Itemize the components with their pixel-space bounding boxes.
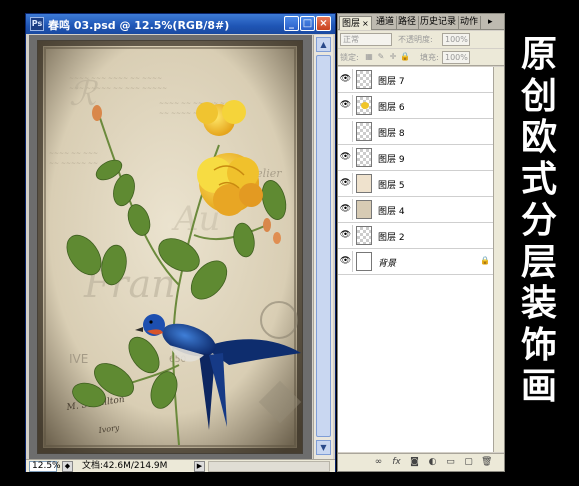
- layer-thumbnail: [356, 96, 372, 115]
- layer-row[interactable]: 👁 图层 5: [338, 171, 493, 197]
- blend-options-row: 正常 不透明度: 100%: [338, 31, 504, 48]
- close-button[interactable]: ×: [316, 16, 331, 31]
- eye-icon[interactable]: 👁: [339, 225, 353, 246]
- minimize-button[interactable]: _: [284, 16, 299, 31]
- vertical-scrollbar[interactable]: ▲ ▼: [313, 35, 333, 459]
- lock-label: 锁定:: [340, 53, 359, 62]
- artwork-canvas: ~~~~ ~~~ ~~~~ ~~ ~~~~ ~~~ ~~~~~ ~~ ~~~ ~…: [29, 35, 312, 459]
- tab-history[interactable]: 历史记录: [418, 16, 460, 30]
- scroll-thumb[interactable]: [316, 55, 331, 437]
- layer-thumbnail: [356, 252, 372, 271]
- eye-icon[interactable]: [339, 121, 353, 142]
- eye-icon[interactable]: 👁: [339, 147, 353, 168]
- layers-list: 👁 图层 7 👁 图层 6 图层 8 👁 图层 9 👁 图层 5 �: [338, 67, 493, 452]
- fill-field[interactable]: 100%: [442, 51, 470, 64]
- adjustment-icon[interactable]: ◐: [427, 457, 438, 468]
- tab-paths[interactable]: 路径: [396, 16, 420, 30]
- layer-name: 背景: [378, 259, 397, 269]
- layer-thumbnail: [356, 200, 372, 219]
- document-titlebar[interactable]: Ps 春鸣 03.psd @ 12.5%(RGB/8#) _ □ ×: [26, 14, 335, 34]
- status-arrow-icon[interactable]: ▶: [194, 461, 205, 472]
- layer-row[interactable]: 👁 图层 9: [338, 145, 493, 171]
- caption-char: 原: [520, 34, 557, 75]
- caption-char: 饰: [520, 324, 557, 366]
- photoshop-doc-icon: Ps: [30, 17, 44, 31]
- document-window: Ps 春鸣 03.psd @ 12.5%(RGB/8#) _ □ × ~~~~ …: [25, 13, 336, 472]
- layer-name: 图层 4: [378, 207, 405, 217]
- horizontal-scrollbar[interactable]: [208, 461, 330, 472]
- document-status-bar: 12.5% ◆ 文档:42.6M/214.9M ▶: [26, 459, 335, 472]
- link-icon[interactable]: ∞: [373, 457, 384, 468]
- layer-row[interactable]: 👁 图层 7: [338, 67, 493, 93]
- eye-icon[interactable]: 👁: [339, 95, 353, 116]
- svg-text:~~~~ ~~ ~~~: ~~~~ ~~ ~~~: [49, 150, 98, 157]
- caption-char: 装: [520, 283, 557, 324]
- opacity-field[interactable]: 100%: [442, 33, 470, 46]
- layer-name: 图层 9: [378, 155, 405, 165]
- layers-scrollbar[interactable]: [493, 67, 504, 452]
- caption-char: 层: [520, 241, 557, 283]
- scroll-down-icon[interactable]: ▼: [316, 440, 331, 455]
- caption-char: 欧: [520, 117, 557, 158]
- tab-close-icon[interactable]: ×: [362, 19, 369, 28]
- caption-char: 创: [520, 75, 557, 117]
- layer-thumbnail: [356, 122, 372, 141]
- panel-tabs: 图层 × 通道 路径 历史记录 动作 ▸: [338, 14, 504, 30]
- eye-icon[interactable]: 👁: [339, 173, 353, 194]
- lock-all-icon[interactable]: 🔒: [400, 52, 410, 62]
- group-icon[interactable]: ▭: [445, 457, 456, 468]
- layer-row[interactable]: 👁 图层 2: [338, 223, 493, 249]
- vertical-caption: 原 创 欧 式 分 层 装 饰 画: [514, 34, 564, 408]
- layer-row[interactable]: 👁 图层 6: [338, 93, 493, 119]
- lock-position-icon[interactable]: ✛: [388, 52, 398, 62]
- caption-char: 分: [520, 200, 557, 241]
- layer-row[interactable]: 图层 8: [338, 119, 493, 145]
- layer-name: 图层 7: [378, 77, 405, 87]
- eye-icon[interactable]: 👁: [339, 199, 353, 220]
- lock-options-row: 锁定: ▦ ✎ ✛ 🔒 填充: 100%: [338, 49, 504, 66]
- layer-thumbnail: [356, 174, 372, 193]
- lock-pixels-icon[interactable]: ✎: [376, 52, 386, 62]
- zoom-field[interactable]: 12.5%: [29, 461, 61, 472]
- lock-icon: 🔒: [480, 256, 490, 265]
- layer-thumbnail: [356, 226, 372, 245]
- svg-text:~~ ~~~~~ ~~: ~~ ~~~~~ ~~: [49, 160, 98, 167]
- opacity-label: 不透明度:: [398, 35, 433, 44]
- status-menu-icon[interactable]: ◆: [62, 461, 73, 472]
- panel-menu-icon[interactable]: ▸: [486, 16, 495, 30]
- caption-char: 画: [520, 366, 557, 407]
- layer-name: 图层 5: [378, 181, 405, 191]
- stamp-text: IVE: [69, 352, 88, 366]
- layer-name: 图层 6: [378, 103, 405, 113]
- lock-transparent-icon[interactable]: ▦: [364, 52, 374, 62]
- fill-label: 填充:: [420, 53, 439, 62]
- tab-actions[interactable]: 动作: [458, 16, 482, 30]
- layer-name: 图层 2: [378, 233, 405, 243]
- fx-icon[interactable]: fx: [391, 457, 402, 468]
- trash-icon[interactable]: 🗑: [481, 457, 492, 468]
- layers-bottom-toolbar: ∞ fx ◙ ◐ ▭ ▢ 🗑: [338, 453, 504, 471]
- eye-icon[interactable]: 👁: [339, 69, 353, 90]
- new-layer-icon[interactable]: ▢: [463, 457, 474, 468]
- layer-row[interactable]: 👁 背景 🔒: [338, 249, 493, 275]
- doc-size-info: 文档:42.6M/214.9M: [82, 461, 168, 471]
- tab-layers[interactable]: 图层 ×: [339, 16, 372, 30]
- layers-panel: 图层 × 通道 路径 历史记录 动作 ▸ 正常 不透明度: 100% 锁定: ▦ …: [337, 13, 505, 472]
- layer-name: 图层 8: [378, 129, 405, 139]
- mask-icon[interactable]: ◙: [409, 457, 420, 468]
- eye-icon[interactable]: 👁: [339, 251, 353, 272]
- layer-thumbnail: [356, 148, 372, 167]
- layer-thumbnail: [356, 70, 372, 89]
- canvas-area[interactable]: ~~~~ ~~~ ~~~~ ~~ ~~~~ ~~~ ~~~~~ ~~ ~~~ ~…: [29, 35, 312, 459]
- blend-mode-select[interactable]: 正常: [340, 33, 392, 46]
- caption-char: 式: [520, 158, 557, 200]
- maximize-button[interactable]: □: [300, 16, 315, 31]
- tab-layers-label: 图层: [342, 19, 361, 29]
- layer-row[interactable]: 👁 图层 4: [338, 197, 493, 223]
- scroll-up-icon[interactable]: ▲: [316, 37, 331, 52]
- tab-channels[interactable]: 通道: [374, 16, 398, 30]
- document-title: 春鸣 03.psd @ 12.5%(RGB/8#): [48, 19, 230, 32]
